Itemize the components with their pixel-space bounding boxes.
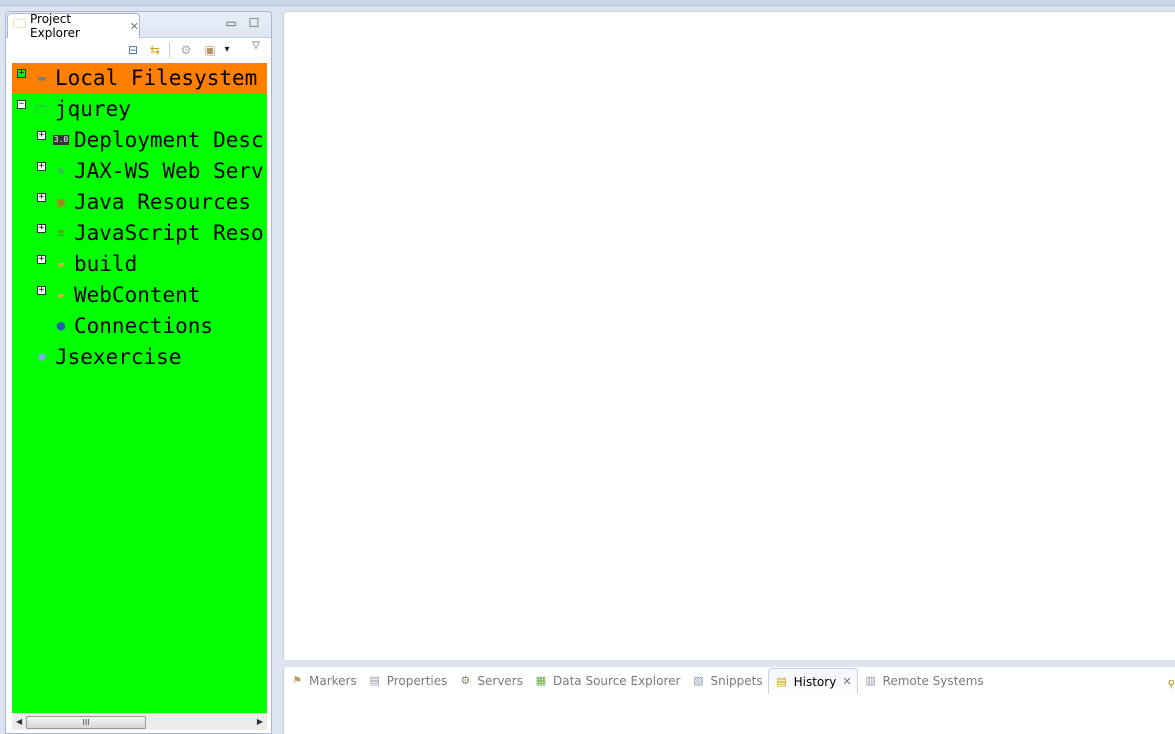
close-icon[interactable]: ✕ bbox=[842, 675, 851, 688]
window-top-strip bbox=[0, 0, 1175, 6]
tree-item-label: jqurey bbox=[55, 97, 131, 121]
tab-data-source-explorer[interactable]: ▦ Data Source Explorer bbox=[528, 668, 685, 694]
collapse-icon[interactable]: − bbox=[17, 100, 26, 109]
tab-label: Servers bbox=[477, 674, 523, 688]
tree-item-label: Deployment Desc bbox=[74, 128, 264, 152]
expand-icon[interactable]: + bbox=[37, 162, 46, 171]
javascript-resources-icon: ≡ bbox=[57, 226, 65, 240]
tab-label: Remote Systems bbox=[882, 674, 984, 688]
tree-item-build[interactable]: + ▰ build bbox=[12, 249, 267, 280]
close-icon[interactable]: ✕ bbox=[130, 20, 139, 33]
tab-label: Properties bbox=[386, 674, 448, 688]
folder-icon: ▰ bbox=[57, 288, 65, 302]
project-explorer-panel: 🗀 Project Explorer ✕ ▭ ☐ ⊟ ⇆ ⚙ ▣ ▾ ▽ + ▬… bbox=[5, 11, 272, 734]
properties-icon: ▤ bbox=[369, 674, 380, 687]
tab-label: History bbox=[793, 674, 837, 689]
history-icon: ▤ bbox=[776, 674, 787, 688]
package-icon[interactable]: ▣ bbox=[202, 43, 218, 57]
scroll-left-icon[interactable]: ◀ bbox=[16, 717, 22, 726]
expand-icon[interactable]: + bbox=[37, 193, 46, 202]
tab-label: Project Explorer bbox=[30, 12, 80, 40]
project-tree: + ▬ Local Filesystem − 🗁 jqurey + 3.0 De… bbox=[12, 63, 267, 713]
servers-icon: ⚙ bbox=[460, 674, 471, 687]
tree-item-label: Connections bbox=[74, 314, 214, 338]
deployment-descriptor-icon: 3.0 bbox=[53, 135, 69, 145]
tree-item-connections[interactable]: ● Connections bbox=[12, 311, 267, 342]
tree-item-jax-ws[interactable]: + ✎ JAX-WS Web Serv bbox=[12, 156, 267, 187]
project-explorer-tabbar: 🗀 Project Explorer ✕ ▭ ☐ bbox=[6, 12, 271, 40]
filter-icon[interactable]: ⚙ bbox=[178, 43, 194, 57]
tab-label: Markers bbox=[309, 674, 357, 688]
web-services-icon: ✎ bbox=[57, 164, 65, 178]
tree-item-label: JavaScript Reso bbox=[74, 221, 264, 245]
tree-item-label: Local Filesystem bbox=[55, 66, 258, 90]
expand-icon[interactable]: + bbox=[37, 255, 46, 264]
tab-remote-systems[interactable]: ▥ Remote Systems bbox=[858, 668, 989, 694]
drive-icon: ▬ bbox=[38, 71, 46, 85]
tree-item-label: Java Resources bbox=[74, 190, 252, 214]
tree-item-deployment-descriptor[interactable]: + 3.0 Deployment Desc bbox=[12, 125, 267, 156]
toolbar-separator bbox=[169, 42, 170, 58]
tree-item-webcontent[interactable]: + ▰ WebContent bbox=[12, 280, 267, 311]
tree-item-label: WebContent bbox=[74, 283, 201, 307]
tree-item-local-filesystem[interactable]: + ▬ Local Filesystem bbox=[12, 63, 267, 94]
tab-label: Snippets bbox=[710, 674, 763, 688]
globe-icon: ● bbox=[56, 318, 66, 334]
tab-properties[interactable]: ▤ Properties bbox=[362, 668, 453, 694]
tree-item-java-resources[interactable]: + ▦ Java Resources bbox=[12, 187, 267, 218]
tree-item-label: build bbox=[74, 252, 138, 276]
tab-markers[interactable]: ⚑ Markers bbox=[284, 668, 362, 694]
markers-icon: ⚑ bbox=[292, 674, 302, 687]
project-explorer-icon: 🗀 bbox=[13, 17, 27, 32]
tree-item-javascript-resources[interactable]: + ≡ JavaScript Reso bbox=[12, 218, 267, 249]
tab-label: Data Source Explorer bbox=[553, 674, 681, 688]
closed-project-icon: ■ bbox=[38, 350, 46, 363]
maximize-icon[interactable]: ☐ bbox=[248, 17, 260, 29]
minimize-icon[interactable]: ▭ bbox=[225, 17, 237, 29]
tree-item-jsexercise[interactable]: ■ Jsexercise bbox=[12, 342, 267, 373]
expand-icon[interactable]: + bbox=[37, 131, 46, 140]
view-toolbar-icon[interactable]: ⚲ bbox=[1168, 679, 1175, 690]
bottom-panel-tabs: ⚑ Markers ▤ Properties ⚙ Servers ▦ Data … bbox=[284, 667, 1175, 695]
expand-icon[interactable]: + bbox=[17, 69, 26, 78]
tab-project-explorer[interactable]: 🗀 Project Explorer ✕ bbox=[7, 12, 140, 40]
scrollbar-thumb[interactable]: III bbox=[26, 716, 146, 729]
dropdown-arrow-icon[interactable]: ▾ bbox=[222, 43, 232, 57]
bottom-panel: ⚑ Markers ▤ Properties ⚙ Servers ▦ Data … bbox=[283, 667, 1175, 734]
tree-item-jqurey[interactable]: − 🗁 jqurey bbox=[12, 94, 267, 125]
folder-icon: ▰ bbox=[57, 257, 65, 271]
horizontal-scrollbar[interactable]: ◀ III ▶ bbox=[12, 713, 267, 730]
tree-item-label: JAX-WS Web Serv bbox=[74, 159, 264, 183]
web-project-icon: 🗁 bbox=[34, 102, 50, 116]
view-menu-icon[interactable]: ▽ bbox=[248, 39, 264, 53]
scroll-right-icon[interactable]: ▶ bbox=[257, 717, 263, 726]
remote-systems-icon: ▥ bbox=[865, 674, 876, 687]
tab-servers[interactable]: ⚙ Servers bbox=[452, 668, 528, 694]
editor-area[interactable] bbox=[283, 11, 1175, 660]
data-source-explorer-icon: ▦ bbox=[535, 674, 547, 687]
project-explorer-toolbar: ⊟ ⇆ ⚙ ▣ ▾ ▽ bbox=[6, 38, 271, 62]
tab-snippets[interactable]: ▧ Snippets bbox=[685, 668, 767, 694]
tree-item-label: Jsexercise bbox=[55, 345, 182, 369]
collapse-all-icon[interactable]: ⊟ bbox=[125, 43, 141, 57]
tab-history[interactable]: ▤ History ✕ bbox=[767, 668, 858, 694]
java-resources-icon: ▦ bbox=[57, 195, 65, 209]
expand-icon[interactable]: + bbox=[37, 224, 46, 233]
expand-icon[interactable]: + bbox=[37, 286, 46, 295]
snippets-icon: ▧ bbox=[693, 674, 704, 687]
link-with-editor-icon[interactable]: ⇆ bbox=[147, 43, 163, 57]
